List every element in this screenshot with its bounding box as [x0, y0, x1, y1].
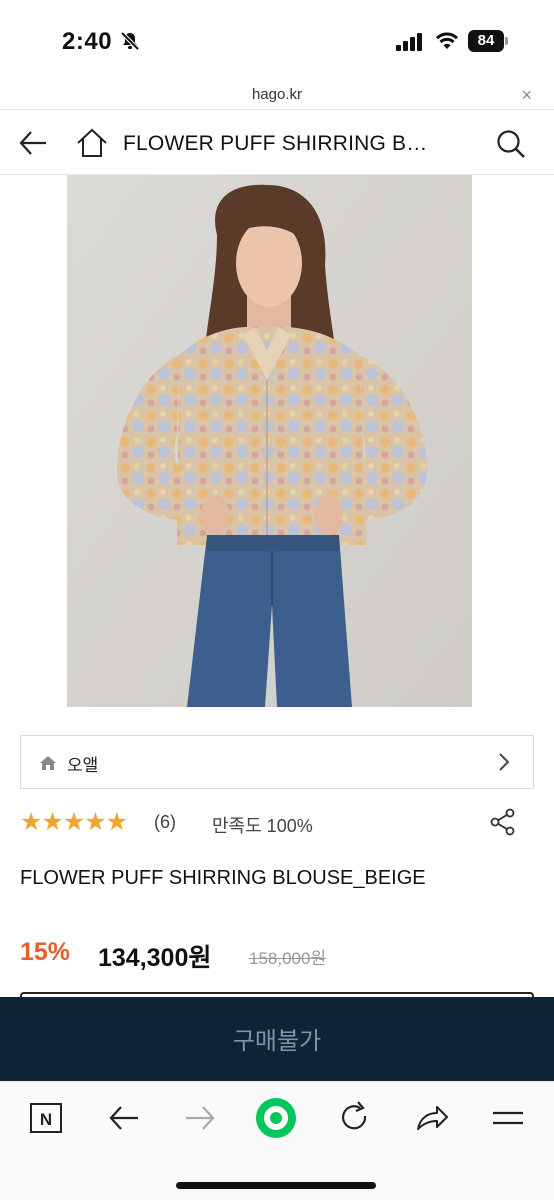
product-name: FLOWER PUFF SHIRRING BLOUSE_BEIGE [20, 867, 426, 889]
reload-icon[interactable] [332, 1096, 376, 1140]
wifi-icon [435, 32, 459, 49]
review-count[interactable]: (6) [154, 812, 176, 833]
home-indicator [176, 1182, 376, 1189]
url-text[interactable]: hago.kr [0, 86, 554, 103]
search-icon[interactable] [496, 129, 526, 159]
chevron-right-icon [499, 753, 510, 771]
browser-toolbar: N [0, 1081, 554, 1200]
cellular-signal-icon [396, 33, 422, 51]
close-icon[interactable]: × [521, 85, 532, 106]
menu-icon[interactable] [486, 1096, 530, 1140]
original-price: 158,000원 [249, 949, 327, 968]
price-row: 15% 134,300원 158,000원 [20, 938, 534, 972]
silent-bell-icon [120, 31, 140, 51]
buy-button-label: 구매불가 [232, 1028, 322, 1055]
back-arrow-icon[interactable] [18, 129, 48, 157]
share-icon[interactable] [490, 808, 516, 836]
page-title: FLOWER PUFF SHIRRING B… [123, 132, 428, 155]
buy-button[interactable]: 구매불가 [0, 997, 554, 1081]
forward-arrow-icon[interactable] [178, 1096, 222, 1140]
naver-n-icon[interactable]: N [24, 1096, 68, 1140]
brand-link[interactable]: 오앨 [20, 735, 534, 789]
svg-text:N: N [40, 1110, 52, 1129]
model-photo [67, 175, 472, 707]
home-icon[interactable] [76, 128, 108, 158]
status-time: 2:40 [62, 28, 113, 55]
shop-home-icon [40, 756, 56, 770]
browser-url-bar[interactable]: hago.kr × [0, 80, 554, 110]
back-arrow-icon[interactable] [102, 1096, 146, 1140]
page-header: FLOWER PUFF SHIRRING B… [0, 111, 554, 175]
satisfaction-rate: 만족도 100% [212, 816, 313, 836]
rating-stars: ★★★★★ [20, 808, 128, 836]
sale-price: 134,300원 [98, 944, 212, 972]
brand-name: 오앨 [67, 756, 99, 775]
share-arrow-icon[interactable] [410, 1096, 454, 1140]
rating-row: ★★★★★ (6) 만족도 100% [20, 808, 534, 840]
battery-icon: 84 [468, 30, 508, 52]
product-image[interactable] [67, 175, 472, 707]
status-bar: 2:40 84 [0, 0, 554, 80]
battery-level: 84 [468, 30, 504, 52]
discount-rate: 15% [20, 938, 71, 966]
green-home-icon[interactable] [254, 1096, 298, 1140]
